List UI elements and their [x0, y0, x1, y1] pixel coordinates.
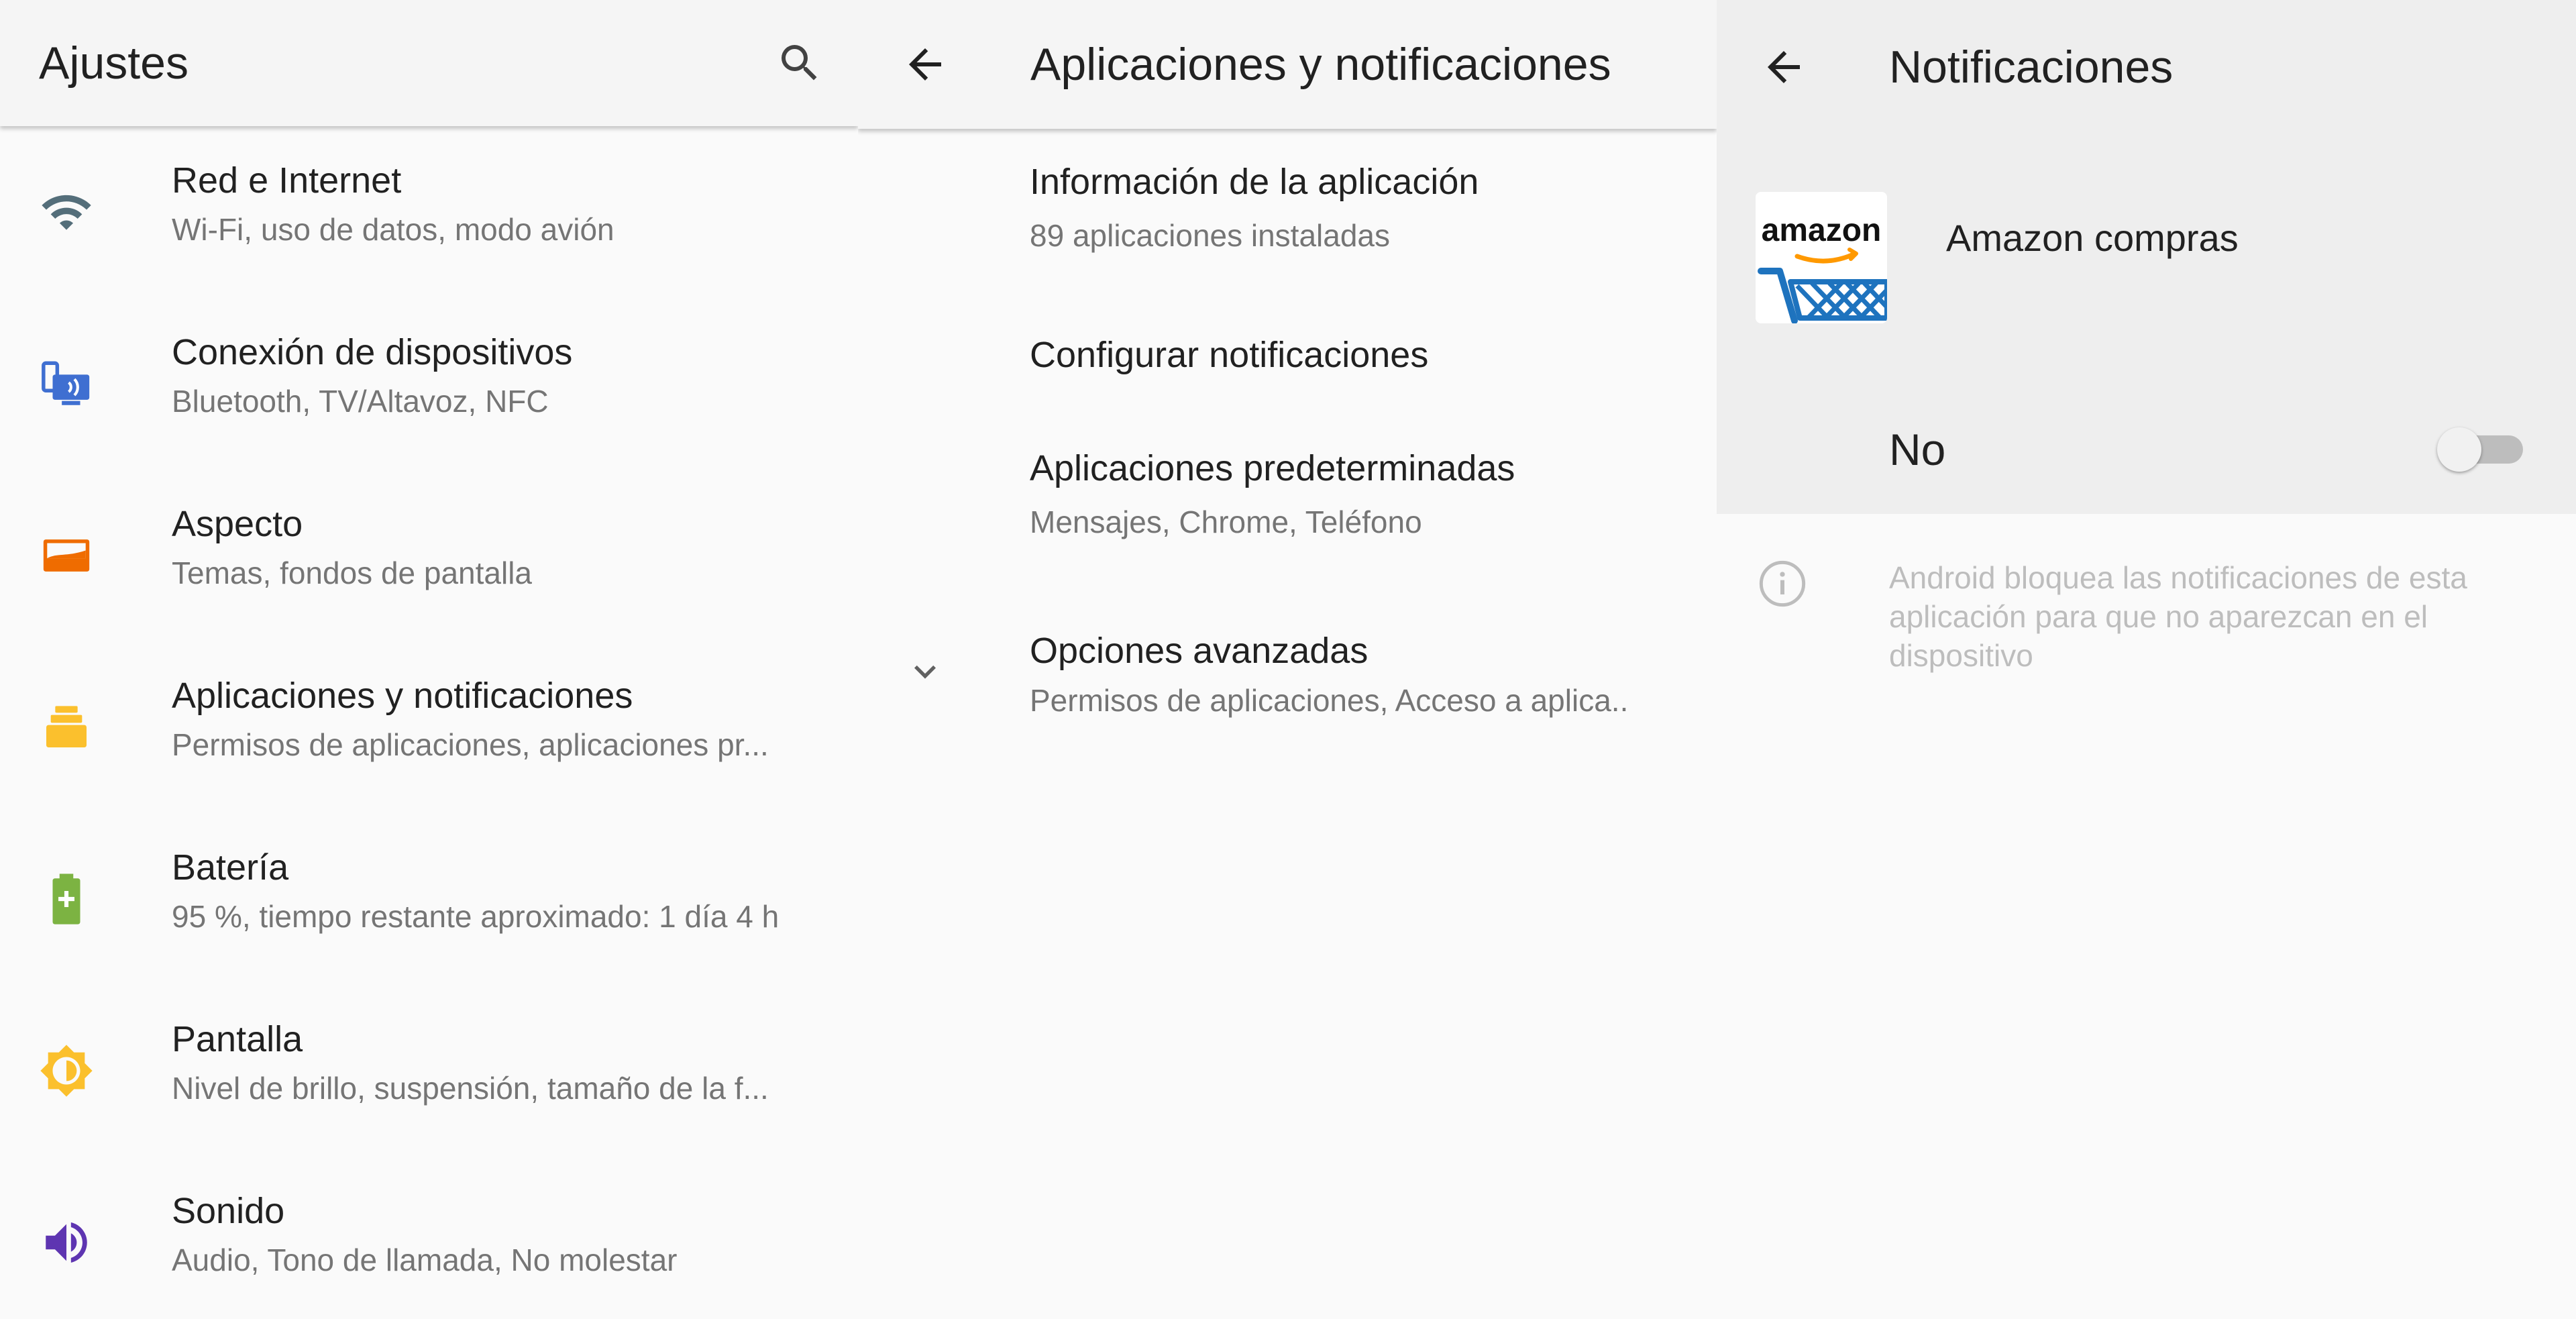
settings-app-bar: Ajustes — [0, 0, 858, 126]
item-title: Sonido — [172, 1191, 285, 1231]
wifi-icon — [39, 184, 94, 240]
notifications-title: Notificaciones — [1889, 42, 2174, 93]
expand-advanced-button[interactable] — [888, 635, 962, 708]
apps-item-app-info[interactable]: Información de la aplicación 89 aplicaci… — [1030, 161, 1479, 254]
settings-item-devices[interactable]: Conexión de dispositivos Bluetooth, TV/A… — [0, 298, 858, 470]
settings-title: Ajustes — [39, 38, 189, 89]
app-name: Amazon compras — [1946, 217, 2239, 259]
chevron-down-icon — [914, 665, 936, 679]
arrow-back-icon — [1768, 51, 1800, 83]
notifications-toggle[interactable] — [2428, 424, 2548, 475]
notifications-toggle-label: No — [1889, 425, 1946, 474]
search-icon — [782, 45, 817, 81]
settings-item-apps[interactable]: Aplicaciones y notificaciones Permisos d… — [0, 641, 858, 813]
notifications-info-text: Android bloquea las notificaciones de es… — [1889, 560, 2467, 673]
item-subtitle: Bluetooth, TV/Altavoz, NFC — [172, 384, 549, 419]
back-button[interactable] — [888, 28, 962, 101]
item-title: Aplicaciones predeterminadas — [1030, 448, 1515, 488]
settings-panel: Ajustes Red e Internet Wi-Fi, uso de dat… — [0, 0, 858, 1319]
settings-item-battery[interactable]: Batería 95 %, tiempo restante aproximado… — [0, 813, 858, 985]
item-title: Información de la aplicación — [1030, 162, 1479, 202]
apps-panel: Aplicaciones y notificaciones Informació… — [858, 0, 1717, 1319]
apps-item-default-apps[interactable]: Aplicaciones predeterminadas Mensajes, C… — [1030, 447, 1515, 540]
item-subtitle: 95 %, tiempo restante aproximado: 1 día … — [172, 899, 780, 934]
shopping-cart-icon — [1758, 248, 1887, 323]
item-subtitle: Temas, fondos de pantalla — [172, 556, 533, 590]
amazon-app-icon: amazon — [1756, 192, 1887, 323]
apps-title: Aplicaciones y notificaciones — [1030, 39, 1611, 90]
apps-item-notifications[interactable]: Configurar notificaciones — [1030, 334, 1428, 376]
toggle-thumb — [2437, 427, 2481, 472]
settings-item-network[interactable]: Red e Internet Wi-Fi, uso de datos, modo… — [0, 126, 858, 298]
item-title: Pantalla — [172, 1019, 303, 1059]
item-subtitle: Mensajes, Chrome, Teléfono — [1030, 505, 1422, 539]
volume-icon — [39, 1215, 94, 1270]
display-style-icon — [39, 528, 94, 583]
item-title: Aplicaciones y notificaciones — [172, 676, 633, 716]
arrow-back-icon — [909, 48, 941, 81]
battery-icon — [39, 872, 94, 927]
devices-icon — [39, 356, 94, 411]
apps-icon — [39, 700, 94, 755]
settings-item-display[interactable]: Pantalla Nivel de brillo, suspensión, ta… — [0, 985, 858, 1157]
item-title: Red e Internet — [172, 160, 402, 201]
item-title: Opciones avanzadas — [1030, 631, 1368, 671]
brightness-icon — [39, 1043, 94, 1098]
item-subtitle: Permisos de aplicaciones, Acceso a aplic… — [1030, 683, 1629, 718]
apps-app-bar: Aplicaciones y notificaciones — [858, 0, 1717, 129]
apps-item-advanced[interactable]: Opciones avanzadas Permisos de aplicacio… — [1030, 630, 1628, 719]
item-title: Batería — [172, 847, 289, 888]
settings-item-appearance[interactable]: Aspecto Temas, fondos de pantalla — [0, 470, 858, 641]
item-subtitle: 89 aplicaciones instaladas — [1030, 218, 1391, 253]
item-subtitle: Audio, Tono de llamada, No molestar — [172, 1243, 678, 1277]
item-subtitle: Nivel de brillo, suspensión, tamaño de l… — [172, 1071, 769, 1106]
back-button[interactable] — [1747, 30, 1821, 104]
settings-item-sound[interactable]: Sonido Audio, Tono de llamada, No molest… — [0, 1157, 858, 1319]
search-button[interactable] — [763, 26, 837, 100]
item-title: Aspecto — [172, 504, 303, 544]
notifications-panel: Notificaciones amazon Amazon compras No … — [1717, 0, 2576, 1319]
info-icon — [1756, 557, 1809, 611]
item-title: Configurar notificaciones — [1030, 335, 1429, 375]
item-subtitle: Permisos de aplicaciones, aplicaciones p… — [172, 727, 769, 762]
item-subtitle: Wi-Fi, uso de datos, modo avión — [172, 212, 614, 247]
item-title: Conexión de dispositivos — [172, 332, 573, 372]
